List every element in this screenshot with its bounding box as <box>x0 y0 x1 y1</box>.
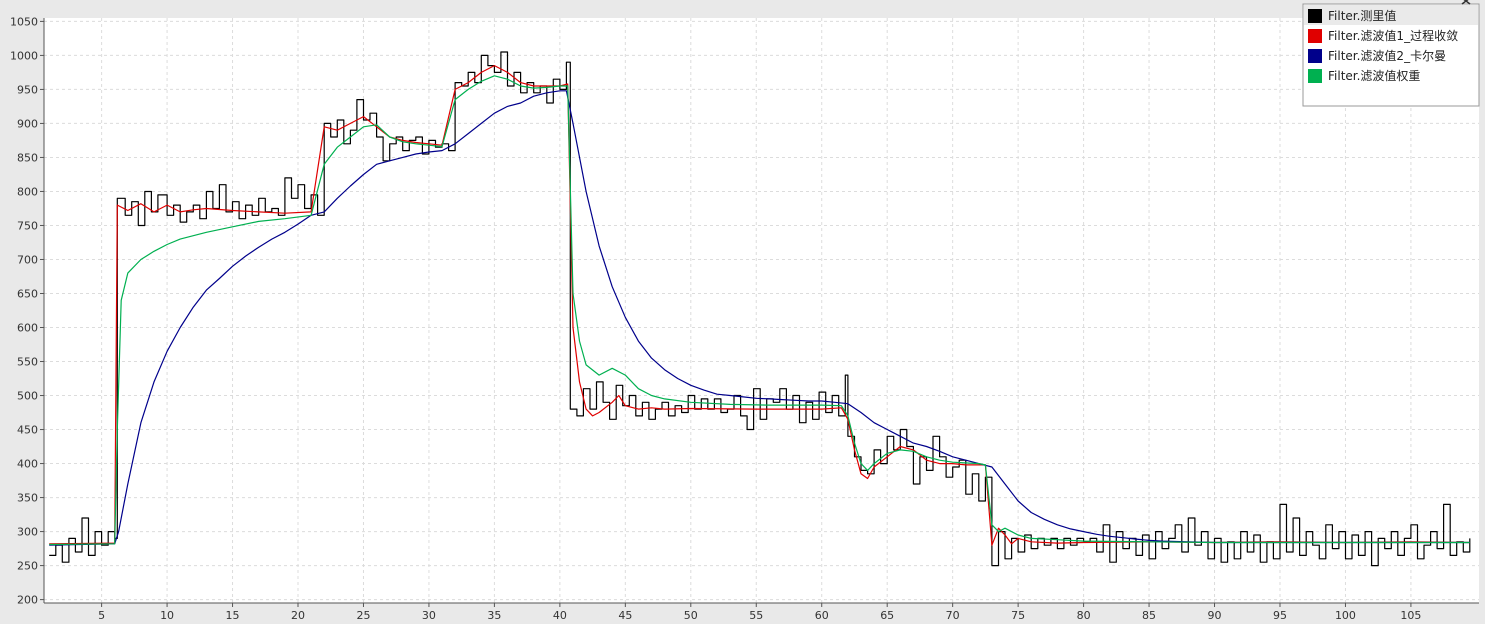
plot-background <box>44 18 1479 603</box>
legend-label: Filter.滤波值1_过程收敛 <box>1328 28 1458 43</box>
y-tick-label: 1050 <box>10 15 38 28</box>
x-tick-label: 100 <box>1335 609 1356 622</box>
y-tick-label: 850 <box>17 151 38 164</box>
x-tick-label: 50 <box>684 609 698 622</box>
x-tick-label: 105 <box>1400 609 1421 622</box>
y-tick-label: 950 <box>17 83 38 96</box>
x-tick-label: 80 <box>1077 609 1091 622</box>
y-tick-label: 600 <box>17 322 38 335</box>
x-tick-label: 90 <box>1208 609 1222 622</box>
y-tick-label: 400 <box>17 458 38 471</box>
x-tick-label: 95 <box>1273 609 1287 622</box>
x-tick-label: 75 <box>1011 609 1025 622</box>
close-icon[interactable] <box>1461 0 1471 5</box>
x-tick-label: 45 <box>618 609 632 622</box>
x-tick-label: 40 <box>553 609 567 622</box>
legend-swatch <box>1308 69 1322 83</box>
x-tick-label: 10 <box>160 609 174 622</box>
y-tick-label: 450 <box>17 424 38 437</box>
y-tick-label: 800 <box>17 185 38 198</box>
x-tick-label: 55 <box>749 609 763 622</box>
legend: Filter.测里值 Filter.滤波值1_过程收敛 Filter.滤波值2_卡尔… <box>1302 3 1480 107</box>
y-tick-label: 200 <box>17 594 38 607</box>
x-tick-label: 35 <box>487 609 501 622</box>
x-tick-label: 65 <box>880 609 894 622</box>
legend-swatch <box>1308 49 1322 63</box>
legend-swatch <box>1308 29 1322 43</box>
y-tick-label: 250 <box>17 560 38 573</box>
y-tick-label: 650 <box>17 287 38 300</box>
y-tick-label: 500 <box>17 390 38 403</box>
x-tick-label: 30 <box>422 609 436 622</box>
y-tick-label: 900 <box>17 117 38 130</box>
x-tick-label: 15 <box>226 609 240 622</box>
y-tick-label: 300 <box>17 526 38 539</box>
chart: 2002503003504004505005506006507007508008… <box>10 0 1480 622</box>
y-tick-label: 700 <box>17 253 38 266</box>
y-tick-label: 350 <box>17 492 38 505</box>
x-tick-label: 20 <box>291 609 305 622</box>
x-tick-label: 25 <box>356 609 370 622</box>
x-tick-label: 85 <box>1142 609 1156 622</box>
y-tick-label: 1000 <box>10 49 38 62</box>
legend-label: Filter.滤波值权重 <box>1328 68 1420 83</box>
y-tick-label: 550 <box>17 356 38 369</box>
x-tick-label: 5 <box>98 609 105 622</box>
y-tick-label: 750 <box>17 219 38 232</box>
legend-label: Filter.测里值 <box>1328 8 1396 23</box>
legend-label: Filter.滤波值2_卡尔曼 <box>1328 48 1446 63</box>
legend-swatch <box>1308 9 1322 23</box>
x-tick-label: 60 <box>815 609 829 622</box>
x-tick-label: 70 <box>946 609 960 622</box>
